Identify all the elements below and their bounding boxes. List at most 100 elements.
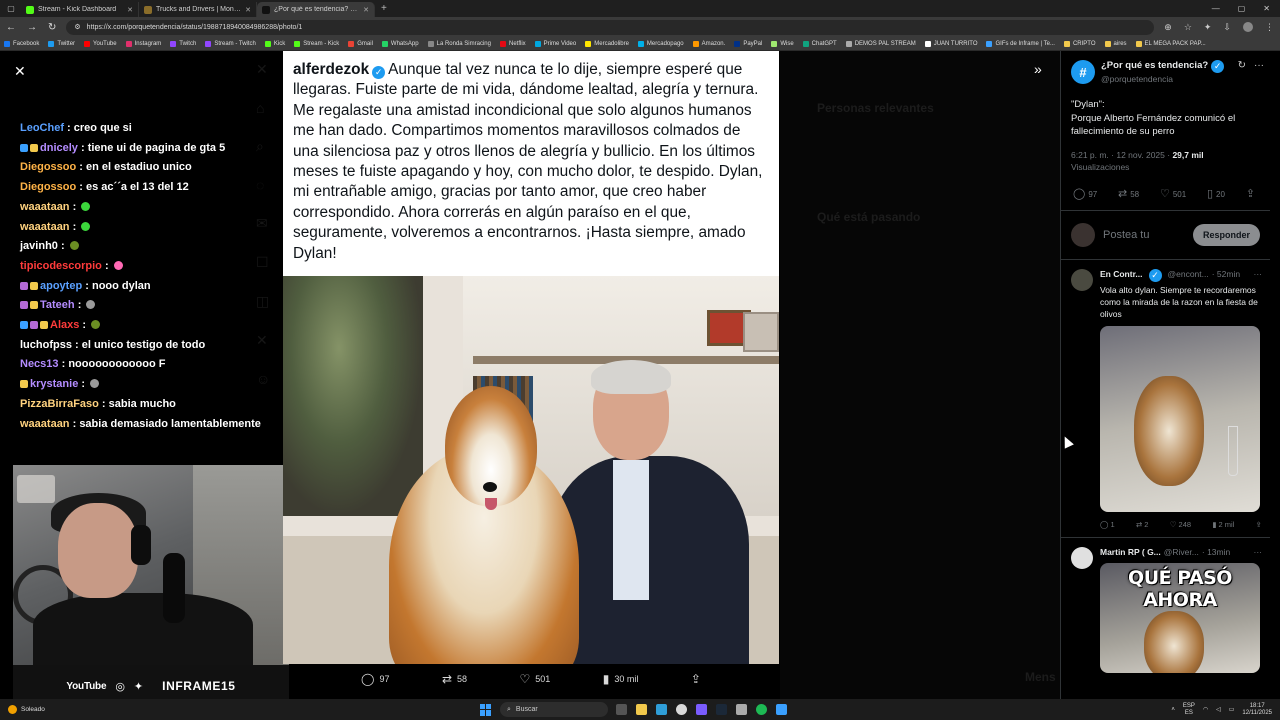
tray-chevron-icon[interactable]: ˄ <box>1171 707 1175 713</box>
more-options-icon[interactable]: ··· <box>1254 60 1264 71</box>
chat-username[interactable]: tipicodescorpio <box>20 260 102 272</box>
language-indicator[interactable]: ESP ES <box>1183 703 1195 717</box>
reply-avatar[interactable] <box>1071 268 1093 291</box>
downloads-icon[interactable]: ⇩ <box>1223 22 1231 33</box>
bookmark-item[interactable]: Mercadolibre <box>585 40 629 47</box>
reply-submit-button[interactable]: Responder <box>1192 223 1260 246</box>
share-button[interactable]: ⇪ <box>691 672 701 686</box>
close-tab-icon[interactable]: ✕ <box>363 6 369 14</box>
new-tab-button[interactable]: + <box>381 3 387 14</box>
panel-share-button[interactable]: ⇪ <box>1246 187 1258 200</box>
bookmark-item[interactable]: Wise <box>771 40 794 47</box>
reply-media[interactable] <box>1100 325 1260 512</box>
close-tab-icon[interactable]: ✕ <box>127 6 133 14</box>
bookmark-item[interactable]: DEMOS PAL STREAM <box>845 40 916 47</box>
file-explorer-icon[interactable] <box>636 704 647 715</box>
profile-avatar[interactable] <box>1243 22 1253 32</box>
reply-item[interactable]: Martin RP ( G... @River... · 13min ··· QUÉ … <box>1061 538 1270 679</box>
discord-icon[interactable] <box>696 704 707 715</box>
chat-username[interactable]: apoytep <box>40 280 82 292</box>
zoom-icon[interactable]: ⊕ <box>1164 22 1172 33</box>
task-view-icon[interactable] <box>616 704 627 715</box>
chat-username[interactable]: Diegossoo <box>20 181 76 193</box>
browser-tab[interactable]: Trucks and Drivers | Monster Jam ✕ <box>139 2 257 17</box>
panel-repost-button[interactable]: ⇄ 58 <box>1118 187 1139 200</box>
like-button[interactable]: ♡ 501 <box>520 672 551 686</box>
bookmark-star-icon[interactable]: ☆ <box>1184 22 1192 33</box>
chat-username[interactable]: dnicely <box>40 142 78 154</box>
maximize-icon[interactable]: ▢ <box>1238 4 1246 13</box>
bookmark-item[interactable]: CRIPTO <box>1063 40 1096 47</box>
app-icon[interactable] <box>776 704 787 715</box>
reply-share[interactable]: ⇪ <box>1256 520 1262 529</box>
bookmark-item[interactable]: Instagram <box>125 40 161 47</box>
repost-button[interactable]: ⇄ 58 <box>442 672 467 686</box>
bookmark-item[interactable]: Netflix <box>499 40 526 47</box>
minimize-icon[interactable]: — <box>1212 4 1220 13</box>
account-avatar[interactable]: # <box>1071 60 1095 84</box>
start-button[interactable] <box>480 703 492 716</box>
bookmark-item[interactable]: La Ronda Simracing <box>427 40 491 47</box>
close-tab-icon[interactable]: ✕ <box>245 6 251 14</box>
reload-icon[interactable]: ↻ <box>48 22 56 33</box>
tab-actions-icon[interactable]: ▢ <box>4 2 18 16</box>
reply-likes[interactable]: ♡ 248 <box>1170 520 1191 529</box>
collapse-panel-icon[interactable]: » <box>1034 61 1042 77</box>
chat-username[interactable]: PizzaBirraFaso <box>20 398 99 410</box>
reply-input[interactable]: Postea tu <box>1103 229 1185 241</box>
bookmark-item[interactable]: Prime Video <box>534 40 576 47</box>
chat-username[interactable]: waaataan <box>20 418 70 430</box>
bookmark-item[interactable]: EL MEGA PACK PAP... <box>1135 40 1206 47</box>
chat-username[interactable]: Necs13 <box>20 358 59 370</box>
chrome-icon[interactable] <box>676 704 687 715</box>
bookmark-item[interactable]: Amazon. <box>692 40 725 47</box>
bookmark-item[interactable]: aires <box>1104 40 1127 47</box>
chat-username[interactable]: Alaxs <box>50 319 79 331</box>
bookmark-item[interactable]: GIFs de Inframe | Te... <box>986 40 1055 47</box>
reply-views[interactable]: ▮ 2 mil <box>1212 520 1234 529</box>
steam-icon[interactable] <box>716 704 727 715</box>
bookmark-item[interactable]: Twitter <box>48 40 75 47</box>
bookmark-item[interactable]: Facebook <box>4 40 39 47</box>
menu-icon[interactable]: ⋮ <box>1265 22 1274 33</box>
url-field[interactable]: ⚙ https://x.com/porquetendencia/status/1… <box>66 19 1155 35</box>
weather-widget[interactable]: Soleado <box>0 705 480 714</box>
chat-username[interactable]: luchofpss <box>20 339 72 351</box>
chat-username[interactable]: Tateeh <box>40 299 75 311</box>
panel-like-button[interactable]: ♡ 501 <box>1160 187 1186 200</box>
more-options-icon[interactable]: ··· <box>1254 547 1263 557</box>
panel-bookmark-button[interactable]: ▯ 20 <box>1207 187 1225 200</box>
post-photo[interactable] <box>283 276 779 664</box>
browser-tab[interactable]: ¿Por qué es tendencia? en X: "D... ✕ <box>257 2 375 17</box>
bookmark-item[interactable]: PayPal <box>734 40 762 47</box>
bookmark-item[interactable]: Kick <box>264 40 285 47</box>
bookmark-item[interactable]: Twitch <box>170 40 196 47</box>
spotify-icon[interactable] <box>756 704 767 715</box>
chat-username[interactable]: LeoChef <box>20 122 64 134</box>
account-name[interactable]: ¿Por qué es tendencia? <box>1101 60 1208 71</box>
chat-username[interactable]: Diegossoo <box>20 161 76 173</box>
bookmark-item[interactable]: WhatsApp <box>381 40 419 47</box>
taskbar-search[interactable]: ⌕ Buscar <box>500 702 608 717</box>
bookmark-item[interactable]: YouTube <box>84 40 117 47</box>
reply-replies[interactable]: ◯ 1 <box>1100 520 1115 529</box>
battery-icon[interactable]: ▭ <box>1229 706 1235 713</box>
wifi-icon[interactable]: ◠ <box>1203 706 1208 713</box>
bookmark-item[interactable]: Stream - Kick <box>294 40 339 47</box>
back-icon[interactable]: ← <box>6 22 16 33</box>
chat-username[interactable]: krystanie <box>30 378 78 390</box>
panel-reply-button[interactable]: ◯ 97 <box>1073 187 1097 200</box>
chat-username[interactable]: waaataan <box>20 201 70 213</box>
reply-avatar[interactable] <box>1071 546 1093 569</box>
clock[interactable]: 18:17 12/11/2025 <box>1242 703 1272 717</box>
edge-icon[interactable] <box>656 704 667 715</box>
browser-tab[interactable]: Stream - Kick Dashboard ✕ <box>21 2 139 17</box>
close-window-icon[interactable]: ✕ <box>1263 4 1270 13</box>
site-info-icon[interactable]: ⚙ <box>74 23 80 31</box>
bookmark-item[interactable]: ChatGPT <box>802 40 837 47</box>
chat-username[interactable]: javinh0 <box>20 240 58 252</box>
bookmark-item[interactable]: Mercadopago <box>637 40 684 47</box>
reply-item[interactable]: En Contr... ✓ @encont... · 52min ··· Vola al… <box>1061 260 1270 538</box>
bookmark-item[interactable]: Stream - Twitch <box>205 40 256 47</box>
more-options-icon[interactable]: ··· <box>1254 269 1263 282</box>
